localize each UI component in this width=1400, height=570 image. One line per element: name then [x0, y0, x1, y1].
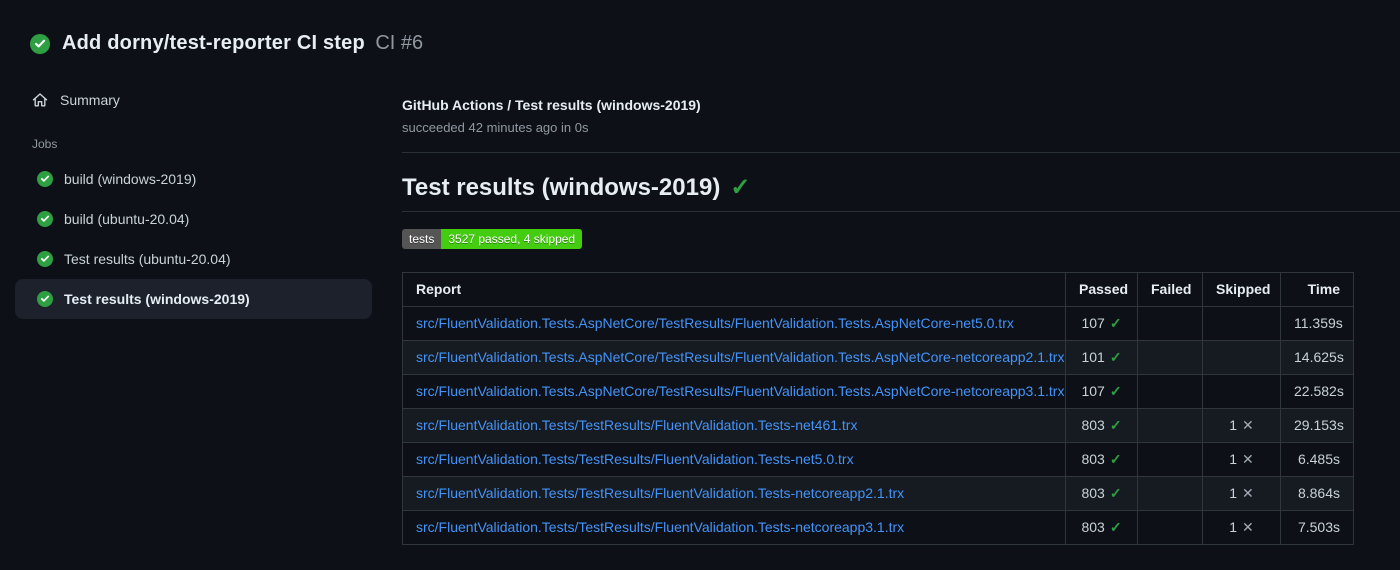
skipped-cell: 1 ✕ — [1202, 476, 1281, 511]
sidebar-job-item[interactable]: build (ubuntu-20.04) — [15, 199, 372, 239]
table-row: src/FluentValidation.Tests.AspNetCore/Te… — [402, 306, 1354, 341]
cross-icon: ✕ — [1242, 519, 1254, 535]
time-cell: 11.359s — [1280, 306, 1354, 341]
sidebar-job-item[interactable]: Test results (ubuntu-20.04) — [15, 239, 372, 279]
success-check-icon — [30, 33, 50, 54]
table-row: src/FluentValidation.Tests/TestResults/F… — [402, 442, 1354, 477]
table-body: src/FluentValidation.Tests.AspNetCore/Te… — [402, 306, 1354, 545]
report-link[interactable]: src/FluentValidation.Tests.AspNetCore/Te… — [416, 383, 1064, 399]
job-item-label: Test results (windows-2019) — [64, 291, 250, 307]
success-check-icon — [37, 211, 53, 227]
passed-cell: 101 ✓ — [1065, 340, 1138, 375]
passed-cell: 803 ✓ — [1065, 442, 1138, 477]
badge-label: tests — [402, 229, 442, 249]
passed-cell: 107 ✓ — [1065, 306, 1138, 341]
skipped-cell: 1 ✕ — [1202, 442, 1281, 477]
table-row: src/FluentValidation.Tests.AspNetCore/Te… — [402, 340, 1354, 375]
column-header-skipped: Skipped — [1202, 272, 1281, 307]
column-header-report: Report — [402, 272, 1066, 307]
success-check-icon — [37, 171, 53, 187]
sidebar-job-item[interactable]: build (windows-2019) — [15, 159, 372, 199]
failed-cell — [1137, 340, 1203, 375]
report-link[interactable]: src/FluentValidation.Tests.AspNetCore/Te… — [416, 349, 1064, 365]
check-run-page: Add dorny/test-reporter CI step CI #6 Su… — [0, 0, 1400, 570]
check-header: GitHub Actions / Test results (windows-2… — [402, 95, 1400, 153]
passed-cell: 107 ✓ — [1065, 374, 1138, 409]
check-icon: ✓ — [1109, 315, 1122, 331]
time-cell: 14.625s — [1280, 340, 1354, 375]
report-link[interactable]: src/FluentValidation.Tests/TestResults/F… — [416, 519, 904, 535]
failed-cell — [1137, 510, 1203, 545]
job-item-label: Test results (ubuntu-20.04) — [64, 251, 231, 267]
section-title: Test results (windows-2019) ✓ — [402, 173, 1400, 212]
time-cell: 29.153s — [1280, 408, 1354, 443]
check-icon: ✓ — [1109, 485, 1122, 501]
check-status-text: succeeded 42 minutes ago in 0s — [402, 120, 589, 135]
check-icon: ✓ — [1109, 451, 1122, 467]
job-list: build (windows-2019) build (ubuntu-20.04… — [15, 159, 372, 319]
time-cell: 6.485s — [1280, 442, 1354, 477]
column-header-failed: Failed — [1137, 272, 1203, 307]
table-row: src/FluentValidation.Tests/TestResults/F… — [402, 510, 1354, 545]
report-link[interactable]: src/FluentValidation.Tests.AspNetCore/Te… — [416, 315, 1014, 331]
time-cell: 22.582s — [1280, 374, 1354, 409]
section-title-text: Test results (windows-2019) — [402, 174, 721, 201]
run-title: Add dorny/test-reporter CI step — [62, 32, 365, 54]
check-name: GitHub Actions / Test results (windows-2… — [402, 97, 701, 113]
run-header: Add dorny/test-reporter CI step CI #6 — [0, 0, 1400, 73]
table-header-row: Report Passed Failed Skipped Time — [402, 272, 1354, 307]
failed-cell — [1137, 442, 1203, 477]
table-row: src/FluentValidation.Tests.AspNetCore/Te… — [402, 374, 1354, 409]
table-row: src/FluentValidation.Tests/TestResults/F… — [402, 476, 1354, 511]
sidebar-item-summary[interactable]: Summary — [15, 83, 372, 117]
main-content: GitHub Actions / Test results (windows-2… — [402, 73, 1400, 545]
cross-icon: ✕ — [1242, 451, 1254, 467]
report-link[interactable]: src/FluentValidation.Tests/TestResults/F… — [416, 417, 857, 433]
jobs-section-label: Jobs — [32, 137, 58, 151]
column-header-time: Time — [1280, 272, 1354, 307]
cross-icon: ✕ — [1242, 417, 1254, 433]
skipped-cell: 1 ✕ — [1202, 408, 1281, 443]
skipped-cell: 1 ✕ — [1202, 510, 1281, 545]
skipped-cell — [1202, 374, 1281, 409]
skipped-cell — [1202, 306, 1281, 341]
passed-cell: 803 ✓ — [1065, 408, 1138, 443]
failed-cell — [1137, 408, 1203, 443]
table-row: src/FluentValidation.Tests/TestResults/F… — [402, 408, 1354, 443]
cross-icon: ✕ — [1242, 485, 1254, 501]
sidebar: Summary Jobs build (windows-2019) build … — [0, 73, 402, 319]
failed-cell — [1137, 374, 1203, 409]
sidebar-job-item[interactable]: Test results (windows-2019) — [15, 279, 372, 319]
badge-value: 3527 passed, 4 skipped — [441, 229, 583, 249]
passed-cell: 803 ✓ — [1065, 510, 1138, 545]
success-check-icon — [37, 291, 53, 307]
failed-cell — [1137, 306, 1203, 341]
check-icon: ✓ — [1109, 519, 1122, 535]
page-title: Add dorny/test-reporter CI step CI #6 — [62, 32, 423, 55]
home-icon — [32, 92, 48, 108]
time-cell: 7.503s — [1280, 510, 1354, 545]
run-number: CI #6 — [375, 32, 424, 54]
check-icon: ✓ — [1109, 383, 1122, 399]
check-icon: ✓ — [730, 173, 751, 201]
column-header-passed: Passed — [1065, 272, 1138, 307]
job-item-label: build (windows-2019) — [64, 171, 197, 187]
passed-cell: 803 ✓ — [1065, 476, 1138, 511]
skipped-cell — [1202, 340, 1281, 375]
report-link[interactable]: src/FluentValidation.Tests/TestResults/F… — [416, 485, 904, 501]
tests-badge: tests 3527 passed, 4 skipped — [402, 229, 583, 249]
report-link[interactable]: src/FluentValidation.Tests/TestResults/F… — [416, 451, 854, 467]
time-cell: 8.864s — [1280, 476, 1354, 511]
results-table: Report Passed Failed Skipped Time src/Fl… — [402, 272, 1354, 545]
job-item-label: build (ubuntu-20.04) — [64, 211, 190, 227]
failed-cell — [1137, 476, 1203, 511]
check-icon: ✓ — [1109, 349, 1122, 365]
check-icon: ✓ — [1109, 417, 1122, 433]
sidebar-summary-label: Summary — [60, 92, 120, 108]
success-check-icon — [37, 251, 53, 267]
